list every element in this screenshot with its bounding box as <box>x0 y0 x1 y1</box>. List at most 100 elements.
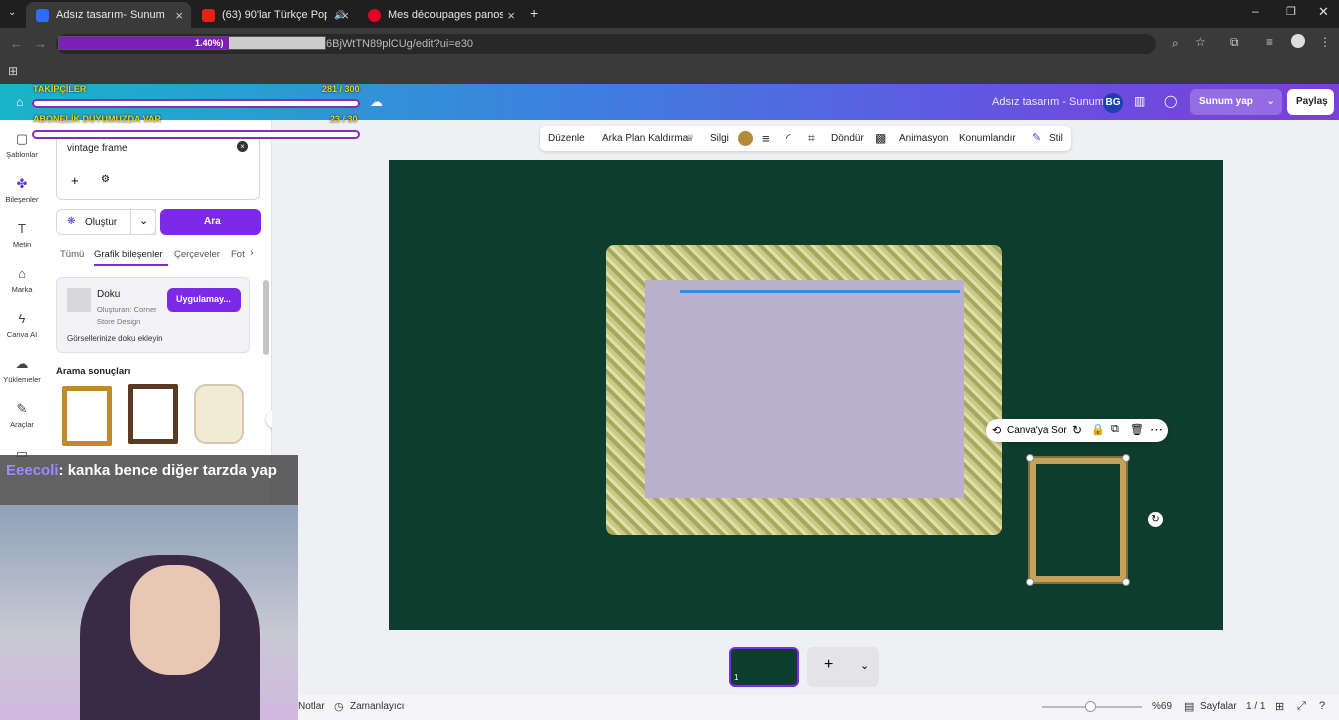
extensions-icon[interactable]: ⧉ <box>1230 35 1239 50</box>
help-icon[interactable]: ? <box>1319 700 1325 712</box>
tab-title: Adsız tasarım- Sunum <box>56 9 165 21</box>
tab-all[interactable]: Tümü <box>60 249 84 260</box>
home-icon[interactable]: ⌂ <box>16 95 23 109</box>
close-window-icon[interactable]: ✕ <box>1318 4 1329 20</box>
add-page-button[interactable]: + ⌄ <box>807 647 879 687</box>
edit-button[interactable]: Düzenle <box>548 133 585 144</box>
present-button[interactable]: Sunum yap ⌄ <box>1190 89 1282 115</box>
share-button[interactable]: Paylaş <box>1287 89 1334 115</box>
tabs-scroll-right-icon[interactable]: › <box>250 247 254 259</box>
create-options-button[interactable]: ⌄ <box>130 209 156 235</box>
bg-remove-button[interactable]: Arka Plan Kaldırma <box>602 133 688 144</box>
zoom-icon[interactable]: ⌕ <box>1172 36 1179 51</box>
close-tab-icon[interactable]: × <box>507 8 515 23</box>
tab-graphics[interactable]: Grafik bileşenler <box>94 249 163 260</box>
resize-handle[interactable] <box>1026 578 1034 586</box>
clear-search-icon[interactable]: × <box>237 141 248 152</box>
refresh-icon[interactable]: ↻ <box>1072 423 1082 437</box>
page-thumbnail[interactable]: 1 <box>729 647 799 687</box>
resize-handle[interactable] <box>1026 454 1034 462</box>
duplicate-icon[interactable]: ⧉ <box>1111 423 1119 436</box>
tab-youtube[interactable]: (63) 90'lar Türkçe Pop Hareke 🔊 × <box>192 2 357 28</box>
apps-icon[interactable]: ⊞ <box>8 64 18 78</box>
tab-pinterest[interactable]: Mes découpages panosundaki × <box>358 2 523 28</box>
style-button[interactable]: Stil <box>1049 133 1063 144</box>
add-icon[interactable]: + <box>71 173 79 188</box>
rail-item-elements[interactable]: ✤ Bileşenler <box>0 177 44 205</box>
rail-label: Yüklemeler <box>3 375 41 384</box>
timer-icon: ◷ <box>334 701 344 713</box>
subscriptions-counter: 23 / 30 <box>330 114 358 124</box>
result-frame-gold[interactable] <box>62 386 112 446</box>
delete-icon[interactable]: 🗑 <box>1130 423 1144 436</box>
more-icon[interactable]: ⋯ <box>1150 422 1163 438</box>
result-frame-dark[interactable] <box>128 384 178 444</box>
notes-button[interactable]: Notlar <box>298 701 325 712</box>
bookmark-star-icon[interactable]: ☆ <box>1195 35 1206 49</box>
ask-canva-button[interactable]: Canva'ya Sor <box>1007 425 1067 436</box>
lock-icon[interactable]: 🔒 <box>1091 423 1105 436</box>
tab-frames[interactable]: Çerçeveler <box>174 249 220 260</box>
user-avatar[interactable]: BG <box>1103 93 1123 113</box>
apply-button[interactable]: Uygulamay... <box>167 288 241 312</box>
zoom-value[interactable]: %69 <box>1152 701 1172 712</box>
media-icon[interactable]: ≡ <box>1266 35 1273 49</box>
rail-item-ai[interactable]: ϟ Canva AI <box>0 312 44 340</box>
rail-label: Marka <box>11 285 33 294</box>
minimize-icon[interactable]: – <box>1252 4 1259 18</box>
tab-title: Mes découpages panosundaki <box>388 9 503 21</box>
animate-button[interactable]: Animasyon <box>899 133 948 144</box>
zoom-slider-thumb[interactable] <box>1085 701 1096 712</box>
rail-item-text[interactable]: T Metin <box>0 222 44 250</box>
restore-icon[interactable]: ❐ <box>1286 5 1296 18</box>
crop-icon[interactable]: ⌗ <box>808 131 815 146</box>
timer-button[interactable]: Zamanlayıcı <box>350 701 404 712</box>
document-title[interactable]: Adsız tasarım - Sunum <box>992 96 1104 108</box>
page-count: 1 / 1 <box>1246 701 1266 712</box>
doku-hint: Görsellerinize doku ekleyin <box>67 334 163 343</box>
menu-icon[interactable]: ⋮ <box>1319 35 1331 49</box>
profile-avatar[interactable] <box>1291 34 1305 48</box>
doku-title: Doku <box>97 289 121 300</box>
eraser-button[interactable]: Silgi <box>710 133 729 144</box>
tab-search-icon[interactable]: ⌄ <box>8 7 16 18</box>
transparency-icon[interactable]: ▩ <box>875 131 886 145</box>
border-style-icon[interactable]: ≡ <box>762 131 770 146</box>
fullscreen-icon[interactable]: ⤢ <box>1297 700 1306 713</box>
grid-view-icon[interactable]: ⊞ <box>1275 700 1284 713</box>
rail-item-uploads[interactable]: ☁ Yüklemeler <box>0 357 44 385</box>
panel-scrollbar[interactable] <box>263 280 269 355</box>
rail-item-brand[interactable]: ⌂ Marka <box>0 267 44 295</box>
filter-icon[interactable]: ⚙ <box>101 174 110 185</box>
rotate-button[interactable]: Döndür <box>831 133 864 144</box>
doku-author: Oluşturan: Corner Store Design <box>97 305 157 326</box>
search-button[interactable]: Ara <box>160 209 261 235</box>
corner-rounding-icon[interactable]: ◜ <box>786 131 791 145</box>
new-tab-icon[interactable]: + <box>530 5 538 21</box>
pages-button[interactable]: Sayfalar <box>1200 701 1237 712</box>
insights-icon[interactable]: ▥ <box>1134 94 1145 108</box>
result-frame-ornate[interactable] <box>194 384 244 444</box>
close-tab-icon[interactable]: × <box>341 8 349 23</box>
resize-handle[interactable] <box>1122 578 1130 586</box>
tab-photos[interactable]: Fot <box>231 249 245 260</box>
forward-icon[interactable]: → <box>34 36 47 51</box>
resize-handle[interactable] <box>1122 454 1130 462</box>
position-button[interactable]: Konumlandır <box>959 133 1016 144</box>
browser-tab-bar: ⌄ Adsız tasarım- Sunum × (63) 90'lar Tür… <box>0 0 1339 28</box>
chevron-down-icon[interactable]: ⌄ <box>1266 94 1275 107</box>
doku-card[interactable]: Doku Oluşturan: Corner Store Design Uygu… <box>56 277 250 353</box>
search-box[interactable]: vintage frame × + ⚙ <box>56 130 260 200</box>
rail-item-tools[interactable]: ✎ Araçlar <box>0 402 44 430</box>
search-input[interactable]: vintage frame <box>67 143 128 154</box>
selected-small-frame[interactable] <box>1028 456 1128 584</box>
back-icon[interactable]: ← <box>10 36 23 51</box>
comment-icon[interactable]: ◯ <box>1164 94 1177 108</box>
close-tab-icon[interactable]: × <box>175 8 183 23</box>
color-swatch[interactable] <box>738 131 753 146</box>
chat-overlay: Eeecoli: kanka bence diğer tarzda yap <box>0 455 298 505</box>
chevron-down-icon[interactable]: ⌄ <box>860 659 869 672</box>
stream-progress-bar: 1.40%) <box>58 36 326 50</box>
rotate-handle-icon[interactable]: ↻ <box>1148 512 1163 527</box>
tab-canva[interactable]: Adsız tasarım- Sunum × <box>26 2 191 28</box>
